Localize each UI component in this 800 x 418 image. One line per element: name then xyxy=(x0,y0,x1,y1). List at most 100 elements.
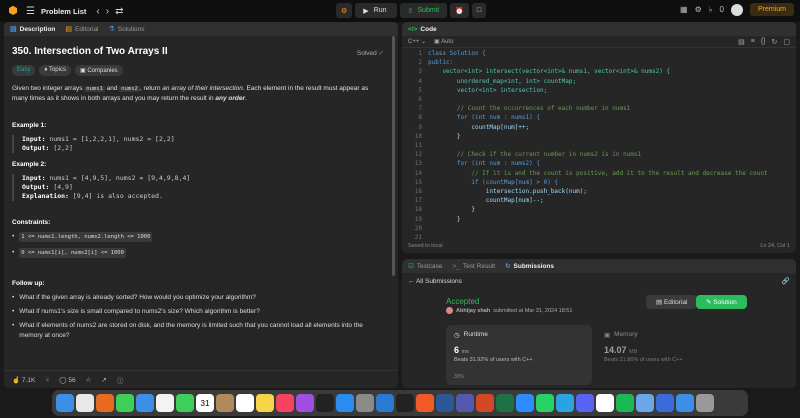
code-line[interactable]: intersection.push_back(num); xyxy=(428,188,587,195)
code-line[interactable]: countMap[num]--; xyxy=(428,197,544,204)
runtime-card[interactable]: ◷ Runtime 6 ms Beats 31.92% of users with… xyxy=(446,325,592,385)
mail-icon[interactable] xyxy=(136,394,154,412)
notion-icon[interactable] xyxy=(596,394,614,412)
notes-icon[interactable] xyxy=(256,394,274,412)
menu-icon[interactable]: ☰ xyxy=(26,6,35,17)
zoom-icon[interactable] xyxy=(516,394,534,412)
code-brackets-icon: </> xyxy=(408,25,418,33)
code-line[interactable]: for (int num : nums1) { xyxy=(428,114,540,121)
editorial-button[interactable]: ▤ Editorial xyxy=(646,295,698,309)
premium-button[interactable]: Premium xyxy=(749,3,794,16)
solution-button[interactable]: ✎ Solution xyxy=(696,295,747,309)
topics-badge[interactable]: ♦ Topics xyxy=(39,65,71,76)
tab-description[interactable]: ▤ Description xyxy=(10,25,55,34)
excel-icon[interactable] xyxy=(496,394,514,412)
code-line[interactable]: // Count the occurrences of each number … xyxy=(428,105,630,112)
powerpoint-icon[interactable] xyxy=(476,394,494,412)
brave-icon[interactable] xyxy=(416,394,434,412)
code-line[interactable]: class Solution { xyxy=(428,50,486,57)
facetime-icon[interactable] xyxy=(176,394,194,412)
format-icon[interactable]: ≡ xyxy=(751,38,755,46)
spotify-icon[interactable] xyxy=(616,394,634,412)
podcasts-icon[interactable] xyxy=(296,394,314,412)
reminders-icon[interactable] xyxy=(236,394,254,412)
appstore-icon[interactable] xyxy=(336,394,354,412)
memory-card[interactable]: ▣ Memory 14.07 MB Beats 21.86% of users w… xyxy=(596,325,742,385)
history-icon: ↻ xyxy=(505,263,511,270)
code-line[interactable]: // If it is and the count is positive, a… xyxy=(428,170,767,177)
debug-button[interactable]: ⚙ xyxy=(336,3,353,18)
messages-icon[interactable] xyxy=(116,394,134,412)
word-icon[interactable] xyxy=(436,394,454,412)
downloads-icon[interactable] xyxy=(656,394,674,412)
whatsapp-icon[interactable] xyxy=(536,394,554,412)
trash-icon[interactable] xyxy=(696,394,714,412)
finder-icon[interactable] xyxy=(56,394,74,412)
like-button[interactable]: ☝ 7.1K xyxy=(12,376,35,384)
tab-editorial[interactable]: ▤ Editorial xyxy=(65,25,98,34)
terminal-icon[interactable] xyxy=(396,394,414,412)
next-problem-icon[interactable]: › xyxy=(106,6,109,17)
timer-button[interactable]: ⏰ xyxy=(450,3,469,18)
notification-bell-icon[interactable]: ♭ xyxy=(709,5,713,14)
star-icon[interactable]: ☆ xyxy=(86,376,92,384)
code-line[interactable]: vector<int> intersection; xyxy=(428,87,547,94)
telegram-icon[interactable] xyxy=(556,394,574,412)
code-line[interactable]: // Check if the current number in nums2 … xyxy=(428,151,641,158)
firefox-icon[interactable] xyxy=(96,394,114,412)
code-line[interactable]: } xyxy=(428,206,475,213)
code-line[interactable]: } xyxy=(428,133,461,140)
code-line[interactable]: unordered_map<int, int> countMap; xyxy=(428,78,576,85)
tab-testcase[interactable]: ☑ Testcase xyxy=(408,262,442,271)
braces-icon[interactable]: {} xyxy=(761,38,766,46)
user-avatar[interactable] xyxy=(730,3,743,16)
tab-submissions[interactable]: ↻ Submissions xyxy=(505,262,554,271)
code-line[interactable]: vector<int> intersect(vector<int>& nums1… xyxy=(428,68,670,75)
language-select[interactable]: C++ ⌄ xyxy=(408,38,426,45)
chrome-icon[interactable] xyxy=(76,394,94,412)
shuffle-icon[interactable]: ⇄ xyxy=(115,6,123,17)
reset-icon[interactable]: ↻ xyxy=(772,38,778,46)
preview-icon[interactable] xyxy=(636,394,654,412)
problem-title[interactable]: 350. Intersection of Two Arrays II xyxy=(12,46,390,57)
share-icon[interactable]: ↗ xyxy=(101,376,106,384)
help-icon[interactable]: ⓘ xyxy=(117,375,124,385)
code-line[interactable]: countMap[num]++; xyxy=(428,124,529,131)
code-editor[interactable]: 1 class Solution {2 public: 3 vector<int> i… xyxy=(402,48,796,241)
dislike-icon[interactable]: ☟ xyxy=(45,376,49,384)
expand-icon[interactable]: ▢ xyxy=(783,38,790,46)
teams-icon[interactable] xyxy=(456,394,474,412)
code-line[interactable]: } xyxy=(428,216,461,223)
tab-code[interactable]: </> Code xyxy=(408,26,437,33)
submit-button[interactable]: ⇧ Submit xyxy=(399,3,448,18)
folder-icon[interactable] xyxy=(676,394,694,412)
prev-problem-icon[interactable]: ‹ xyxy=(96,6,99,17)
code-line[interactable]: if (countMap[num] > 0) { xyxy=(428,179,558,186)
description-scrollbar[interactable] xyxy=(392,36,395,276)
run-button[interactable]: ▶ Run xyxy=(355,3,397,18)
link-icon[interactable]: 🔗 xyxy=(782,277,790,285)
layout-icon[interactable]: ▦ xyxy=(680,5,688,14)
auto-mode[interactable]: ▣ Auto xyxy=(434,38,453,45)
discord-icon[interactable] xyxy=(576,394,594,412)
music-icon[interactable] xyxy=(276,394,294,412)
problem-list-link[interactable]: Problem List xyxy=(41,7,86,16)
settings-gear-icon[interactable]: ⚙ xyxy=(695,5,702,14)
alarm-icon: ⏰ xyxy=(455,7,464,15)
tv-icon[interactable] xyxy=(316,394,334,412)
comments-button[interactable]: ◯ 56 xyxy=(59,376,75,384)
settings-icon[interactable] xyxy=(356,394,374,412)
tab-solutions[interactable]: ⚗ Solutions xyxy=(109,25,145,34)
vscode-icon[interactable] xyxy=(376,394,394,412)
leetcode-logo-icon[interactable]: ⬢ xyxy=(8,5,18,17)
notes-button[interactable]: □ xyxy=(471,3,487,18)
code-line[interactable]: for (int num : nums2) { xyxy=(428,160,540,167)
contacts-icon[interactable] xyxy=(216,394,234,412)
all-submissions-link[interactable]: ← All Submissions xyxy=(408,278,462,285)
tab-test-result[interactable]: >_ Test Result xyxy=(452,263,495,270)
photos-icon[interactable] xyxy=(156,394,174,412)
notebook-icon[interactable]: ▤ xyxy=(738,38,745,46)
code-line[interactable]: public: xyxy=(428,59,453,66)
companies-badge[interactable]: ▣ Companies xyxy=(74,65,123,76)
calendar-icon[interactable]: 31 xyxy=(196,394,214,412)
